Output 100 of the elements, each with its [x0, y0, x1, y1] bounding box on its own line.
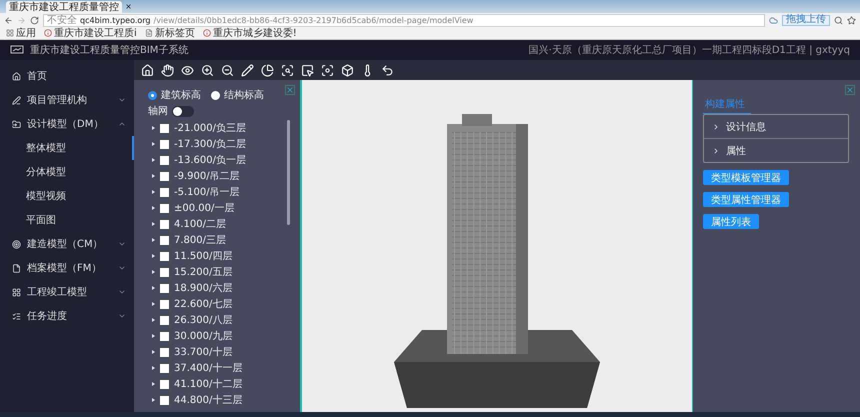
checkbox[interactable] — [160, 124, 169, 132]
pencil-icon[interactable] — [239, 62, 255, 78]
floor-label: -9.900/吊二层 — [174, 170, 240, 183]
grid-icon — [12, 288, 21, 296]
caret-icon[interactable] — [152, 238, 155, 242]
chevron-down-icon[interactable] — [118, 312, 126, 320]
chevron-down-icon[interactable] — [118, 264, 126, 272]
checkbox[interactable] — [160, 156, 169, 164]
sidebar-item[interactable]: 设计模型（DM） — [27, 117, 104, 131]
caret-icon[interactable] — [152, 366, 155, 370]
checkbox[interactable] — [160, 348, 169, 356]
star-icon[interactable] — [847, 16, 856, 24]
chevron-down-icon[interactable] — [118, 240, 126, 248]
caret-icon[interactable] — [152, 382, 155, 386]
caret-icon[interactable] — [152, 254, 155, 258]
checkbox[interactable] — [160, 220, 169, 228]
checkbox[interactable] — [160, 396, 169, 404]
floor-label: -13.600/负一层 — [174, 154, 246, 167]
hand-icon[interactable] — [159, 62, 175, 78]
sidebar-subitem[interactable]: 模型视频 — [0, 184, 134, 208]
floor-label: 41.100/十二层 — [174, 378, 242, 391]
floor-label: 15.200/五层 — [174, 266, 232, 279]
target-icon — [12, 240, 21, 248]
checkbox[interactable] — [160, 252, 169, 260]
close-button[interactable] — [845, 85, 855, 95]
toggle-switch[interactable] — [172, 106, 194, 116]
sidebar-item[interactable]: 建造模型（CM） — [27, 237, 103, 251]
sidebar-item[interactable]: 档案模型（FM） — [27, 261, 102, 275]
checkbox[interactable] — [160, 316, 169, 324]
caret-icon[interactable] — [152, 206, 155, 210]
sidebar-subitem[interactable]: 平面图 — [0, 208, 134, 232]
chevron-down-icon[interactable] — [118, 96, 126, 104]
checkbox[interactable] — [160, 364, 169, 372]
checkbox[interactable] — [160, 332, 169, 340]
chevron-up-icon[interactable] — [118, 120, 126, 128]
checkbox[interactable] — [160, 236, 169, 244]
checkbox[interactable] — [160, 284, 169, 292]
chevron-down-icon[interactable] — [118, 288, 126, 296]
cloud-icon — [769, 16, 778, 24]
caret-icon[interactable] — [152, 158, 155, 162]
back-icon[interactable] — [4, 16, 13, 24]
home-icon — [12, 72, 21, 80]
floor-label: -5.100/吊一层 — [174, 186, 240, 199]
search-icon[interactable] — [834, 16, 843, 24]
radio-option[interactable]: 结构标高 — [211, 88, 264, 102]
scan-search-icon[interactable] — [279, 62, 295, 78]
caret-icon[interactable] — [152, 222, 155, 226]
sidebar-item[interactable]: 项目管理机构 — [27, 93, 87, 107]
sidebar-item[interactable]: 任务进度 — [27, 309, 67, 323]
floor-label: 11.500/四层 — [174, 250, 232, 263]
floor-label: 33.700/十层 — [174, 346, 232, 359]
checkbox[interactable] — [160, 172, 169, 180]
browser-tab[interactable]: 重庆市建设工程质量管控 — [6, 1, 122, 13]
caret-icon[interactable] — [152, 174, 155, 178]
info-icon — [202, 29, 211, 37]
pointer-select-icon[interactable] — [299, 62, 315, 78]
caret-icon[interactable] — [152, 302, 155, 306]
caret-icon[interactable] — [152, 286, 155, 290]
zoom-in-icon[interactable] — [199, 62, 215, 78]
checkbox[interactable] — [160, 188, 169, 196]
caret-icon[interactable] — [152, 398, 155, 402]
cube-icon[interactable] — [339, 62, 355, 78]
model-viewport[interactable] — [300, 80, 692, 412]
sidebar-item[interactable]: 首页 — [27, 69, 47, 83]
caret-icon[interactable] — [152, 350, 155, 354]
checkbox[interactable] — [160, 380, 169, 388]
apps-grid-icon — [6, 29, 14, 37]
close-icon[interactable] — [125, 3, 132, 10]
bookmark-link[interactable]: 重庆市建设工程质i — [54, 28, 137, 38]
radio-option[interactable]: 建筑标高 — [148, 88, 201, 102]
checkbox[interactable] — [160, 204, 169, 212]
folder-icon — [12, 120, 21, 128]
sidebar-item[interactable]: 工程竣工模型 — [27, 285, 87, 299]
caret-icon[interactable] — [152, 126, 155, 130]
checkbox[interactable] — [160, 300, 169, 308]
floor-label: -21.000/负三层 — [174, 122, 246, 135]
address-field[interactable]: 不安全 qc4bim.typeo.org /view/details/0bb1edc8-bb86-4cf3-9203-2197b6d5cab6/model-page/modelView — [43, 14, 765, 26]
sidebar-subitem[interactable]: 分体模型 — [0, 160, 134, 184]
upload-button[interactable]: 拖拽上传 — [782, 14, 830, 26]
caret-icon[interactable] — [152, 270, 155, 274]
caret-icon[interactable] — [152, 190, 155, 194]
checkbox[interactable] — [160, 140, 169, 148]
focus-icon[interactable] — [319, 62, 335, 78]
bookmark-link[interactable]: 重庆市城乡建设委! — [212, 28, 297, 38]
caret-icon[interactable] — [152, 142, 155, 146]
close-button[interactable] — [285, 85, 295, 95]
caret-icon[interactable] — [152, 318, 155, 322]
home-icon[interactable] — [139, 62, 155, 78]
app-title: 重庆市建设工程质量管控BIM子系统 — [30, 44, 188, 57]
pie-chart-icon[interactable] — [259, 62, 275, 78]
accordion-item[interactable]: 设计信息 — [704, 115, 848, 139]
bookmark-link[interactable]: 新标签页 — [154, 28, 195, 38]
caret-icon[interactable] — [152, 334, 155, 338]
accordion-item[interactable]: 属性 — [704, 139, 848, 162]
bookmark-link[interactable]: 应用 — [16, 28, 36, 38]
toggle-label: 轴网 — [148, 104, 168, 118]
zoom-out-icon[interactable] — [219, 62, 235, 78]
checkbox[interactable] — [160, 268, 169, 276]
floor-label: 37.400/十一层 — [174, 362, 242, 375]
reload-icon[interactable] — [30, 16, 39, 24]
